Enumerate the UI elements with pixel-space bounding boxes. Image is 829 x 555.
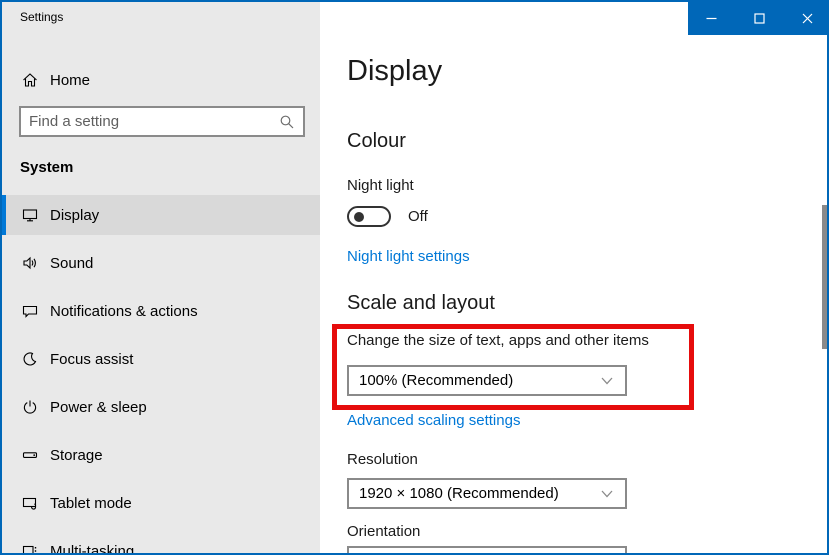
sidebar-item-label: Focus assist bbox=[50, 351, 133, 368]
night-light-toggle[interactable] bbox=[347, 206, 391, 227]
orientation-dropdown[interactable] bbox=[347, 546, 627, 555]
scale-dropdown[interactable]: 100% (Recommended) bbox=[347, 365, 627, 396]
sidebar-item-focus-assist[interactable]: Focus assist bbox=[2, 339, 320, 379]
sidebar-section-header: System bbox=[20, 159, 73, 176]
sidebar-item-label: Home bbox=[50, 72, 90, 89]
minimize-button[interactable] bbox=[688, 2, 736, 35]
search-input[interactable] bbox=[21, 113, 279, 130]
titlebar-caption-buttons bbox=[688, 2, 829, 35]
display-icon bbox=[22, 207, 38, 223]
scale-dropdown-value: 100% (Recommended) bbox=[349, 372, 601, 389]
storage-icon bbox=[22, 447, 38, 463]
sidebar-item-label: Power & sleep bbox=[50, 399, 147, 416]
sidebar-item-power-sleep[interactable]: Power & sleep bbox=[2, 387, 320, 427]
change-size-label: Change the size of text, apps and other … bbox=[347, 332, 649, 349]
sound-icon bbox=[22, 255, 38, 271]
toggle-knob bbox=[354, 212, 364, 222]
sidebar-item-home[interactable]: Home bbox=[2, 60, 320, 100]
sidebar-item-label: Multi-tasking bbox=[50, 543, 134, 555]
sidebar-item-storage[interactable]: Storage bbox=[2, 435, 320, 475]
night-light-settings-link[interactable]: Night light settings bbox=[347, 248, 470, 265]
focus-assist-icon bbox=[22, 351, 38, 367]
sidebar-item-label: Notifications & actions bbox=[50, 303, 198, 320]
sidebar-item-label: Tablet mode bbox=[50, 495, 132, 512]
sidebar-item-notifications[interactable]: Notifications & actions bbox=[2, 291, 320, 331]
sidebar-item-label: Display bbox=[50, 207, 99, 224]
main-content: Display Colour Night light Off Night lig… bbox=[320, 2, 827, 553]
night-light-state: Off bbox=[408, 208, 428, 225]
sidebar-item-sound[interactable]: Sound bbox=[2, 243, 320, 283]
maximize-button[interactable] bbox=[736, 2, 784, 35]
sidebar-item-label: Storage bbox=[50, 447, 103, 464]
settings-window: Settings Home System Display Sound bbox=[0, 0, 829, 555]
sidebar-item-multitasking[interactable]: Multi-tasking bbox=[2, 531, 320, 555]
sidebar: Settings Home System Display Sound bbox=[2, 2, 320, 553]
scale-section-heading: Scale and layout bbox=[347, 292, 495, 315]
window-title: Settings bbox=[20, 10, 63, 24]
close-button[interactable] bbox=[783, 2, 829, 35]
search-box bbox=[19, 106, 305, 137]
page-title: Display bbox=[347, 55, 442, 88]
sidebar-item-tablet-mode[interactable]: Tablet mode bbox=[2, 483, 320, 523]
power-icon bbox=[22, 399, 38, 415]
search-icon[interactable] bbox=[279, 114, 295, 130]
notifications-icon bbox=[22, 303, 38, 319]
resolution-dropdown[interactable]: 1920 × 1080 (Recommended) bbox=[347, 478, 627, 509]
resolution-label: Resolution bbox=[347, 451, 418, 468]
maximize-icon bbox=[754, 13, 765, 24]
home-icon bbox=[22, 72, 38, 88]
colour-section-heading: Colour bbox=[347, 130, 406, 153]
night-light-label: Night light bbox=[347, 177, 414, 194]
sidebar-item-label: Sound bbox=[50, 255, 93, 272]
multitasking-icon bbox=[22, 543, 38, 555]
sidebar-item-display[interactable]: Display bbox=[2, 195, 320, 235]
chevron-down-icon bbox=[601, 490, 613, 498]
advanced-scaling-settings-link[interactable]: Advanced scaling settings bbox=[347, 412, 520, 429]
chevron-down-icon bbox=[601, 377, 613, 385]
orientation-label: Orientation bbox=[347, 523, 420, 540]
minimize-icon bbox=[706, 13, 717, 24]
vertical-scrollbar-thumb[interactable] bbox=[822, 205, 829, 349]
tablet-mode-icon bbox=[22, 495, 38, 511]
resolution-dropdown-value: 1920 × 1080 (Recommended) bbox=[349, 485, 601, 502]
close-icon bbox=[802, 13, 813, 24]
